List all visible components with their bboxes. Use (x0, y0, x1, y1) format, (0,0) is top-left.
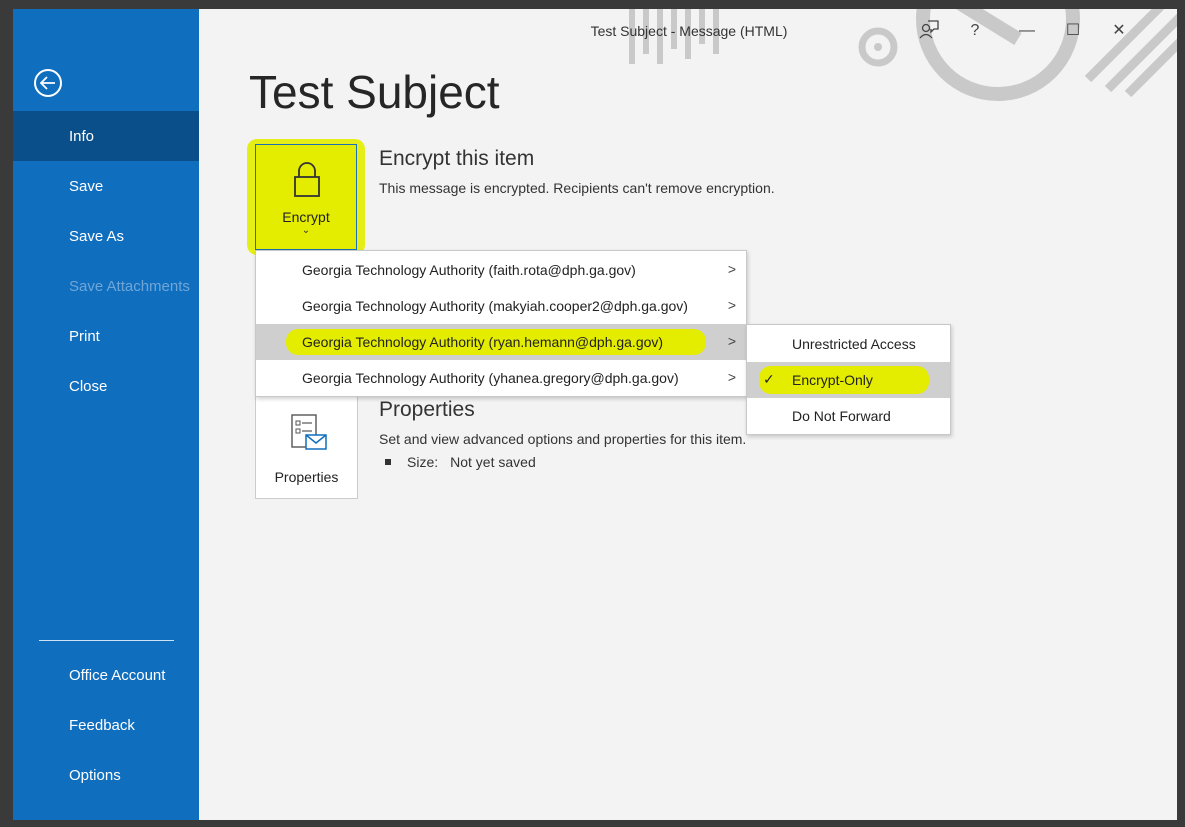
help-icon[interactable]: ? (963, 19, 987, 43)
encrypt-description: This message is encrypted. Recipients ca… (379, 180, 775, 196)
submenu-item-unrestricted-access[interactable]: Unrestricted Access (747, 326, 950, 362)
encrypt-dropdown-menu: Georgia Technology Authority (faith.rota… (255, 250, 747, 397)
sidebar-item-label: Feedback (69, 716, 135, 734)
sidebar-item-label: Print (69, 327, 100, 345)
menu-item-label: Georgia Technology Authority (ryan.heman… (302, 334, 664, 350)
menu-item-faith-rota[interactable]: Georgia Technology Authority (faith.rota… (256, 252, 746, 288)
submenu-item-label: Unrestricted Access (792, 336, 916, 352)
menu-item-makyiah-cooper2[interactable]: Georgia Technology Authority (makyiah.co… (256, 288, 746, 324)
chevron-right-icon: > (727, 369, 736, 385)
title-bar: Test Subject - Message (HTML) ? — ☐ ✕ (199, 9, 1177, 53)
menu-item-yhanea-gregory[interactable]: Georgia Technology Authority (yhanea.gre… (256, 360, 746, 396)
lock-icon (294, 162, 320, 197)
chevron-right-icon: > (727, 261, 736, 277)
back-arrow-icon[interactable] (34, 69, 62, 97)
sidebar-item-label: Save As (69, 227, 125, 245)
encrypt-button-label: Encrypt (282, 209, 330, 225)
menu-item-label: Georgia Technology Authority (yhanea.gre… (302, 370, 679, 386)
sidebar-item-label: Office Account (69, 666, 166, 684)
properties-icon (291, 414, 327, 450)
chevron-right-icon: > (727, 333, 736, 349)
outlook-window: Info Save Save As Save Attachments Print… (13, 9, 1177, 820)
page-title: Test Subject (249, 66, 500, 118)
menu-item-label: Georgia Technology Authority (makyiah.co… (302, 298, 688, 314)
chevron-down-icon: ⌄ (301, 225, 311, 236)
size-row: Size: Not yet saved (385, 454, 536, 470)
sidebar-divider (39, 640, 174, 641)
sidebar-item-office-account[interactable]: Office Account (13, 650, 199, 700)
size-value: Not yet saved (450, 454, 536, 470)
properties-heading: Properties (379, 398, 475, 421)
sidebar-item-label: Save (69, 177, 104, 195)
sidebar-item-info[interactable]: Info (13, 111, 199, 161)
sidebar-item-label: Info (69, 127, 95, 145)
submenu-item-label: Do Not Forward (792, 408, 891, 424)
sidebar-item-save-as[interactable]: Save As (13, 211, 199, 261)
sidebar-item-options[interactable]: Options (13, 750, 199, 800)
encrypt-button[interactable]: Encrypt ⌄ (255, 144, 357, 250)
submenu-item-do-not-forward[interactable]: Do Not Forward (747, 398, 950, 434)
sidebar-item-feedback[interactable]: Feedback (13, 700, 199, 750)
sidebar-item-save-attachments: Save Attachments (13, 261, 199, 311)
menu-item-label: Georgia Technology Authority (faith.rota… (302, 262, 636, 278)
properties-button[interactable]: Properties (255, 394, 358, 499)
properties-button-label: Properties (274, 469, 339, 485)
menu-item-ryan-hemann[interactable]: Georgia Technology Authority (ryan.heman… (256, 324, 746, 360)
chevron-right-icon: > (727, 297, 736, 313)
submenu-item-label: Encrypt-Only (792, 372, 873, 388)
window-title: Test Subject - Message (HTML) (590, 23, 788, 39)
sidebar-item-close[interactable]: Close (13, 361, 199, 411)
coauthor-icon[interactable] (917, 19, 941, 43)
permission-submenu: Unrestricted Access ✓ Encrypt-Only Do No… (746, 324, 951, 435)
sidebar-item-save[interactable]: Save (13, 161, 199, 211)
sidebar-item-print[interactable]: Print (13, 311, 199, 361)
checkmark-icon: ✓ (763, 371, 775, 387)
close-icon[interactable]: ✕ (1107, 19, 1131, 43)
encrypt-heading: Encrypt this item (379, 147, 535, 170)
backstage-sidebar: Info Save Save As Save Attachments Print… (13, 9, 199, 820)
minimize-icon[interactable]: — (1015, 19, 1039, 43)
sidebar-item-label: Options (69, 766, 121, 784)
size-label: Size: (407, 454, 439, 470)
maximize-icon[interactable]: ☐ (1061, 19, 1085, 43)
submenu-item-encrypt-only[interactable]: ✓ Encrypt-Only (747, 362, 950, 398)
sidebar-item-label: Save Attachments (69, 277, 190, 295)
sidebar-item-label: Close (69, 377, 108, 395)
bullet-icon (385, 459, 391, 465)
properties-description: Set and view advanced options and proper… (379, 431, 747, 447)
